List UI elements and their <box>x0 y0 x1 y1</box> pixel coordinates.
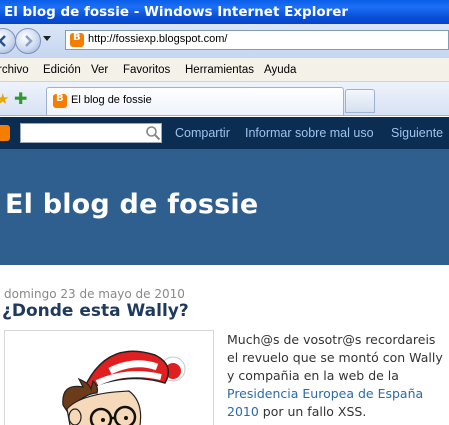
address-url[interactable]: http://fossiexp.blogspot.com/ <box>88 33 227 45</box>
menu-ayuda[interactable]: Ayuda <box>264 64 296 76</box>
tab-active[interactable]: El blog de fossie <box>46 87 344 115</box>
back-button[interactable] <box>0 28 16 54</box>
window-title-bar: El blog de fossie - Windows Internet Exp… <box>0 0 449 24</box>
blogger-logo-icon[interactable] <box>0 125 10 141</box>
tab-bar: ★ ✚ El blog de fossie <box>0 82 449 116</box>
back-arrow-icon <box>0 35 6 47</box>
forward-arrow-icon <box>25 35 33 47</box>
blog-header: El blog de fossie <box>0 149 449 265</box>
post-line-3: y compañia en la web de la <box>227 368 399 383</box>
presidencia-link-2010[interactable]: 2010 <box>227 404 259 419</box>
forward-button[interactable] <box>15 28 41 54</box>
search-icon[interactable] <box>145 125 161 141</box>
post-line-2: el revuelo que se montó con Wally <box>227 350 443 365</box>
menu-favoritos[interactable]: Favoritos <box>123 64 170 76</box>
tab-label: El blog de fossie <box>71 94 152 106</box>
menu-archivo[interactable]: rchivo <box>0 64 29 76</box>
recent-pages-dropdown[interactable] <box>43 36 51 41</box>
post-body: Much@s de vosotr@s recordareis el revuel… <box>227 331 449 421</box>
window-title: El blog de fossie - Windows Internet Exp… <box>4 4 349 20</box>
menu-herramientas[interactable]: Herramientas <box>185 64 254 76</box>
menu-ver[interactable]: Ver <box>91 64 108 76</box>
post-line-1: Much@s de vosotr@s recordareis <box>227 332 436 347</box>
next-blog-link[interactable]: Siguiente <box>391 126 443 140</box>
post-title[interactable]: ¿Donde esta Wally? <box>2 301 189 321</box>
add-favorite-icon[interactable]: ✚ <box>14 89 27 108</box>
new-tab-button[interactable] <box>345 89 375 113</box>
address-bar[interactable]: http://fossiexp.blogspot.com/ <box>65 30 449 50</box>
blogger-favicon <box>53 93 67 108</box>
blogger-navbar: Compartir Informar sobre mal uso Siguien… <box>0 117 449 149</box>
post-date: domingo 23 de mayo de 2010 <box>4 287 185 301</box>
blogger-favicon <box>70 32 84 47</box>
blog-search-input[interactable] <box>20 123 162 143</box>
navigation-toolbar: http://fossiexp.blogspot.com/ <box>0 24 449 58</box>
blog-title[interactable]: El blog de fossie <box>5 189 258 220</box>
menu-edicion[interactable]: Edición <box>43 64 81 76</box>
report-abuse-link[interactable]: Informar sobre mal uso <box>245 126 374 140</box>
presidencia-link[interactable]: Presidencia Europea de España <box>227 385 449 403</box>
menu-bar: rchivo Edición Ver Favoritos Herramienta… <box>0 58 449 82</box>
favorites-star-icon[interactable]: ★ <box>0 90 9 108</box>
post-line-after-link: por un fallo XSS. <box>258 404 367 419</box>
post-image[interactable] <box>4 330 214 425</box>
share-link[interactable]: Compartir <box>175 126 230 140</box>
wally-illustration <box>62 350 186 425</box>
